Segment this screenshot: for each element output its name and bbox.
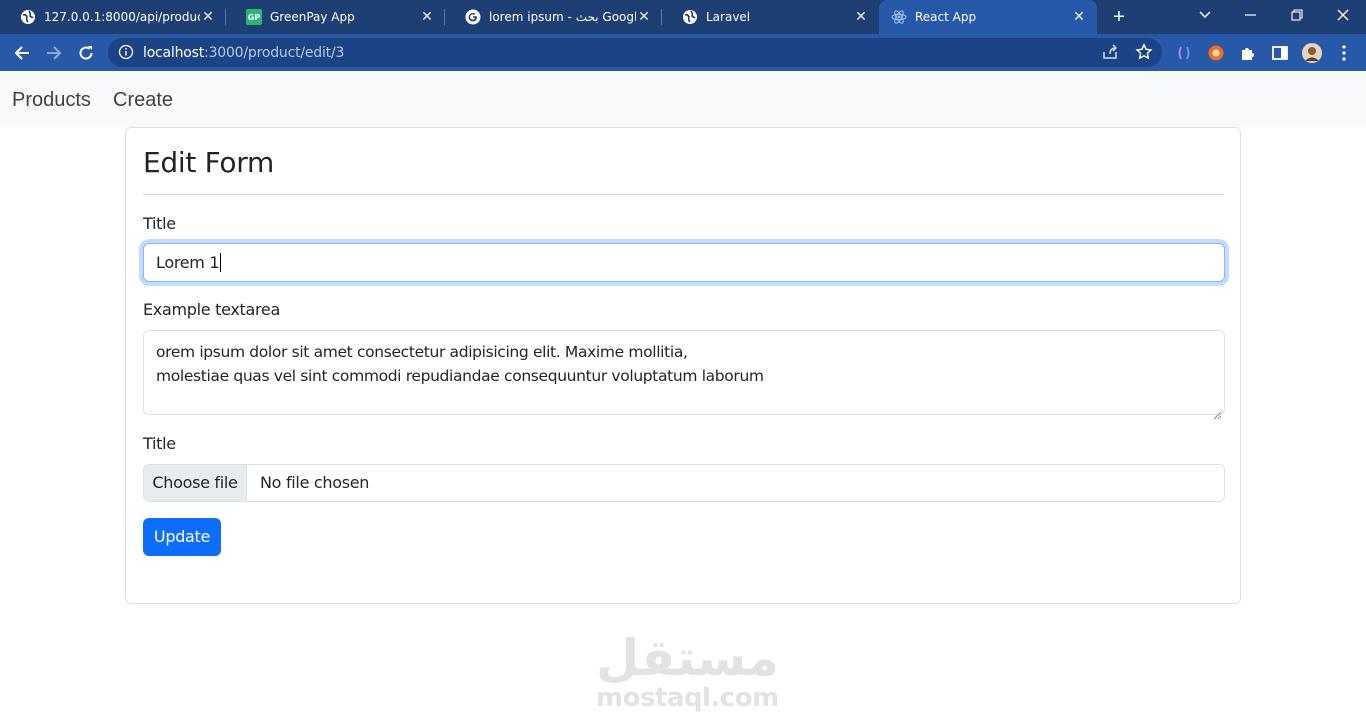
tab-strip: 127.0.0.1:8000/api/products ✕ GP GreenPa… (0, 0, 1366, 34)
minimize-button[interactable] (1228, 0, 1274, 30)
globe-icon (682, 9, 698, 25)
share-icon[interactable] (1100, 42, 1120, 62)
restore-button[interactable] (1274, 0, 1320, 30)
extension-orange-icon[interactable] (1206, 43, 1226, 63)
watermark-latin: mostaql.com (596, 683, 779, 713)
close-window-button[interactable] (1320, 0, 1366, 30)
tab-google-search[interactable]: lorem ipsum - بحث Google ✕ (445, 0, 662, 34)
tab-title: 127.0.0.1:8000/api/products (44, 10, 200, 24)
title-label: Title (143, 214, 176, 233)
browser-menu-icon[interactable] (1334, 43, 1354, 63)
reload-button[interactable] (72, 39, 100, 67)
file-status: No file chosen (260, 473, 370, 492)
title-input[interactable]: Lorem 1 (143, 243, 1225, 282)
url-text: localhost:3000/product/edit/3 (143, 45, 344, 61)
tab-title: GreenPay App (270, 10, 355, 24)
mostaql-watermark: مستقل mostaql.com (596, 629, 779, 716)
back-button[interactable] (8, 39, 36, 67)
new-tab-button[interactable]: + (1108, 7, 1130, 27)
title-input-value: Lorem 1 (156, 253, 220, 272)
watermark-arabic: مستقل (596, 629, 779, 687)
tab-title: lorem ipsum - بحث Google (489, 10, 636, 24)
gp-icon: GP (246, 9, 262, 25)
side-panel-icon[interactable] (1270, 43, 1290, 63)
file-input[interactable]: Choose file No file chosen (143, 464, 1225, 502)
tab-title: React App (915, 10, 977, 24)
tab-title: Laravel (706, 10, 751, 24)
resize-handle-icon[interactable] (1213, 403, 1222, 420)
textarea-label: Example textarea (143, 300, 280, 319)
nav-link-products[interactable]: Products (12, 89, 91, 112)
url-host: localhost (143, 45, 205, 61)
textarea-line: molestiae quas vel sint commodi repudian… (156, 367, 764, 385)
divider (143, 194, 1224, 195)
tab-search-button[interactable] (1182, 0, 1228, 30)
bookmark-star-icon[interactable] (1134, 42, 1154, 62)
nav-link-create[interactable]: Create (113, 89, 173, 112)
globe-icon (20, 9, 36, 25)
forward-button[interactable] (40, 39, 68, 67)
edit-form-card: Edit Form Title Lorem 1 Example textarea… (125, 127, 1241, 604)
file-label: Title (143, 434, 176, 453)
gp-icon-text: GP (247, 12, 261, 22)
url-path: :3000/product/edit/3 (204, 45, 345, 61)
extensions-puzzle-icon[interactable] (1238, 43, 1258, 63)
extension-brackets-icon[interactable] (1174, 43, 1194, 63)
close-tab-icon[interactable]: ✕ (636, 9, 652, 25)
tab-api-products[interactable]: 127.0.0.1:8000/api/products ✕ (0, 0, 226, 34)
close-tab-icon[interactable]: ✕ (853, 9, 869, 25)
address-bar[interactable]: localhost:3000/product/edit/3 (108, 38, 1162, 67)
google-icon (465, 9, 481, 25)
description-textarea[interactable]: orem ipsum dolor sit amet consectetur ad… (143, 330, 1225, 420)
site-info-icon[interactable] (118, 44, 134, 60)
profile-avatar[interactable] (1302, 43, 1322, 63)
tab-laravel[interactable]: Laravel ✕ (662, 0, 879, 34)
close-tab-icon[interactable]: ✕ (1071, 9, 1087, 25)
close-tab-icon[interactable]: ✕ (419, 9, 435, 25)
react-icon (891, 9, 907, 25)
tab-react-app[interactable]: React App ✕ (879, 0, 1097, 34)
app-navbar: Products Create (0, 71, 1366, 127)
textarea-line: orem ipsum dolor sit amet consectetur ad… (156, 343, 688, 361)
browser-toolbar: localhost:3000/product/edit/3 (0, 34, 1366, 71)
choose-file-button[interactable]: Choose file (144, 465, 247, 501)
tab-greenpay[interactable]: GP GreenPay App ✕ (226, 0, 445, 34)
update-button[interactable]: Update (143, 518, 221, 556)
close-tab-icon[interactable]: ✕ (200, 9, 216, 25)
text-caret (220, 253, 222, 272)
page-title: Edit Form (143, 146, 274, 179)
